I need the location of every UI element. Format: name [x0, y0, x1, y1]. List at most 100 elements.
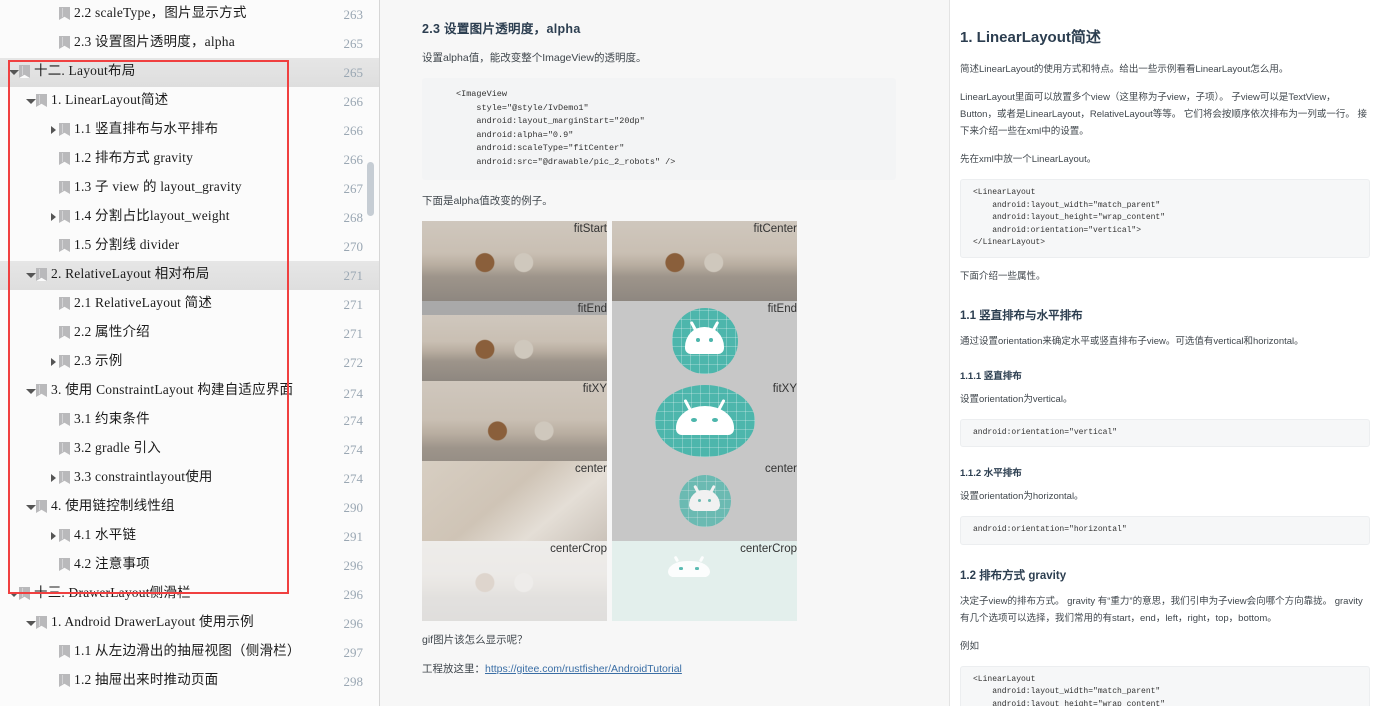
- right-paragraph-4: 下面介绍一些属性。: [960, 270, 1046, 282]
- bookmark-page-number: 296: [343, 557, 364, 573]
- bookmark-icon: [59, 326, 70, 339]
- bookmark-page-number: 291: [343, 528, 364, 544]
- bookmark-page-number: 296: [343, 586, 364, 602]
- bookmark-row[interactable]: 2.2 scaleType，图片显示方式 263: [0, 0, 379, 29]
- bookmark-row[interactable]: 1. LinearLayout简述 266: [0, 87, 379, 116]
- right-heading-1: 1. LinearLayout简述: [960, 29, 1101, 46]
- bookmark-row[interactable]: 2.3 设置图片透明度，alpha 265: [0, 29, 379, 58]
- bookmark-row[interactable]: 3.3 constraintlayout使用 274: [0, 464, 379, 493]
- gallery-caption-left: centerCrop: [550, 542, 607, 555]
- bookmark-page-number: 274: [343, 470, 364, 486]
- right-code-block-4: <LinearLayout android:layout_width="matc…: [960, 665, 1370, 706]
- bookmark-row[interactable]: 4.1 水平链 291: [0, 522, 379, 551]
- document-preview-panel[interactable]: 2.3 设置图片透明度，alpha 设置alpha值，能改变整个ImageVie…: [380, 0, 950, 706]
- bookmark-label: 3. 使用 ConstraintLayout 构建自适应界面: [51, 382, 294, 397]
- bookmark-page-number: 265: [343, 35, 364, 51]
- bookmark-icon: [59, 442, 70, 455]
- gallery-row: fitStart fitCenter: [422, 220, 896, 301]
- project-link[interactable]: https://gitee.com/rustfisher/AndroidTuto…: [485, 663, 682, 675]
- sidebar-scrollbar-thumb[interactable]: [367, 162, 374, 216]
- gallery-caption-left: center: [575, 462, 607, 475]
- bookmark-label: 2.1 RelativeLayout 简述: [74, 295, 213, 310]
- bookmark-page-number: 263: [343, 6, 364, 22]
- gallery-caption-left: fitXY: [582, 382, 607, 395]
- bookmark-row[interactable]: 十二. Layout布局 265: [0, 58, 379, 87]
- bookmark-row[interactable]: 1.2 排布方式 gravity 266: [0, 145, 379, 174]
- right-heading-1-2: 1.2 排布方式 gravity: [960, 569, 1067, 582]
- bookmark-page-number: 271: [343, 325, 364, 341]
- right-code-block-3: android:orientation="horizontal": [960, 516, 1370, 545]
- bookmark-row[interactable]: 3.1 约束条件 274: [0, 406, 379, 435]
- bookmark-icon: [59, 674, 70, 687]
- gallery-image-right: fitXY: [612, 380, 797, 461]
- section-heading: 2.3 设置图片透明度，alpha: [422, 22, 581, 36]
- bookmark-row[interactable]: 2.2 属性介绍 271: [0, 319, 379, 348]
- bookmark-icon: [59, 645, 70, 658]
- bookmark-page-number: 297: [343, 644, 364, 660]
- bookmark-row[interactable]: 1.1 从左边滑出的抽屉视图（侧滑栏） 297: [0, 638, 379, 667]
- bookmark-label: 1. LinearLayout简述: [51, 92, 169, 107]
- bookmark-row[interactable]: 2.3 示例 272: [0, 348, 379, 377]
- bookmark-row[interactable]: 1.3 子 view 的 layout_gravity 267: [0, 174, 379, 203]
- document-detail-panel[interactable]: 1. LinearLayout简述 简述LinearLayout的使用方式和特点…: [950, 0, 1392, 706]
- bookmark-row[interactable]: 1.4 分割占比layout_weight 268: [0, 203, 379, 232]
- bookmark-tree[interactable]: 2.2 scaleType，图片显示方式 263 2.3 设置图片透明度，alpha…: [0, 0, 379, 696]
- project-label: 工程放这里：: [422, 662, 485, 675]
- bookmark-page-number: 265: [343, 64, 364, 80]
- bookmark-label: 2. RelativeLayout 相对布局: [51, 266, 210, 281]
- bookmark-page-number: 274: [343, 386, 364, 401]
- bookmark-label: 十二. Layout布局: [34, 63, 136, 78]
- right-heading-1-1: 1.1 竖直排布与水平排布: [960, 309, 1083, 322]
- bookmark-icon: [59, 181, 70, 194]
- bookmark-page-number: 266: [343, 93, 364, 109]
- right-heading-1-1-1: 1.1.1 竖直排布: [960, 370, 1022, 382]
- bookmark-row[interactable]: 4.2 注意事项 296: [0, 551, 379, 580]
- bookmark-icon: [59, 210, 70, 223]
- gallery-row: center center: [422, 460, 896, 541]
- right-code-block-1: <LinearLayout android:layout_width="matc…: [960, 179, 1370, 258]
- gallery-image-left: centerCrop: [422, 540, 607, 621]
- bookmark-row[interactable]: 3. 使用 ConstraintLayout 构建自适应界面 274: [0, 377, 379, 406]
- gallery-caption-right: centerCrop: [740, 542, 797, 555]
- gallery-image-right: centerCrop: [612, 540, 797, 621]
- section-intro-text: 设置alpha值，能改变整个ImageView的透明度。: [422, 52, 647, 64]
- bookmark-page-number: 270: [343, 238, 364, 254]
- project-line: 工程放这里：https://gitee.com/rustfisher/Andro…: [422, 660, 896, 678]
- right-paragraph-1: 简述LinearLayout的使用方式和特点。给出一些示例看看LinearLay…: [960, 64, 1289, 75]
- bookmark-row[interactable]: 3.2 gradle 引入 274: [0, 435, 379, 464]
- bookmark-sidebar[interactable]: 2.2 scaleType，图片显示方式 263 2.3 设置图片透明度，alpha…: [0, 0, 380, 706]
- bookmark-icon: [36, 94, 47, 107]
- bookmark-row[interactable]: 2.1 RelativeLayout 简述 271: [0, 290, 379, 319]
- bookmark-row[interactable]: 4. 使用链控制线性组 290: [0, 493, 379, 522]
- bookmark-label: 1.5 分割线 divider: [74, 237, 180, 252]
- document-page: 2.3 设置图片透明度，alpha 设置alpha值，能改变整个ImageVie…: [394, 0, 924, 706]
- sidebar-scrollbar[interactable]: [367, 2, 377, 704]
- bookmark-row[interactable]: 2. RelativeLayout 相对布局 271: [0, 261, 379, 290]
- bookmark-icon: [59, 558, 70, 571]
- gallery-caption-right: fitXY: [772, 382, 797, 395]
- bookmark-label: 1.3 子 view 的 layout_gravity: [74, 179, 242, 194]
- bookmark-row[interactable]: 1.2 抽屉出来时推动页面 298: [0, 667, 379, 696]
- gif-question-text: gif图片该怎么显示呢？: [422, 633, 528, 646]
- bookmark-icon: [59, 297, 70, 310]
- bookmark-label: 1.1 竖直排布与水平排布: [74, 121, 219, 136]
- right-paragraph-8: 决定子view的排布方式。 gravity 有“重力”的意思，我们引申为子vie…: [960, 595, 1363, 624]
- bookmark-icon: [59, 471, 70, 484]
- gallery-caption-left: fitStart: [573, 222, 607, 235]
- bookmark-page-number: 271: [343, 296, 364, 312]
- bookmark-label: 1.2 抽屉出来时推动页面: [74, 672, 219, 687]
- bookmark-icon: [19, 587, 30, 600]
- bookmark-page-number: 268: [343, 209, 364, 225]
- bookmark-label: 4.2 注意事项: [74, 556, 150, 571]
- bookmark-row[interactable]: 1. Android DrawerLayout 使用示例 296: [0, 609, 379, 638]
- bookmark-icon: [59, 413, 70, 426]
- bookmark-icon: [36, 616, 47, 629]
- bookmark-page-number: 298: [343, 673, 364, 689]
- bookmark-row[interactable]: 1.5 分割线 divider 270: [0, 232, 379, 261]
- gallery-row: fitEnd fitEnd: [422, 300, 896, 381]
- bookmark-row[interactable]: 1.1 竖直排布与水平排布 266: [0, 116, 379, 145]
- right-paragraph-5: 通过设置orientation来确定水平或竖直排布子view。可选值有verti…: [960, 335, 1304, 347]
- bookmark-row[interactable]: 十三. DrawerLayout侧滑栏 296: [0, 580, 379, 609]
- gallery-image-left: fitEnd: [422, 300, 607, 381]
- bookmark-page-number: 274: [343, 412, 364, 428]
